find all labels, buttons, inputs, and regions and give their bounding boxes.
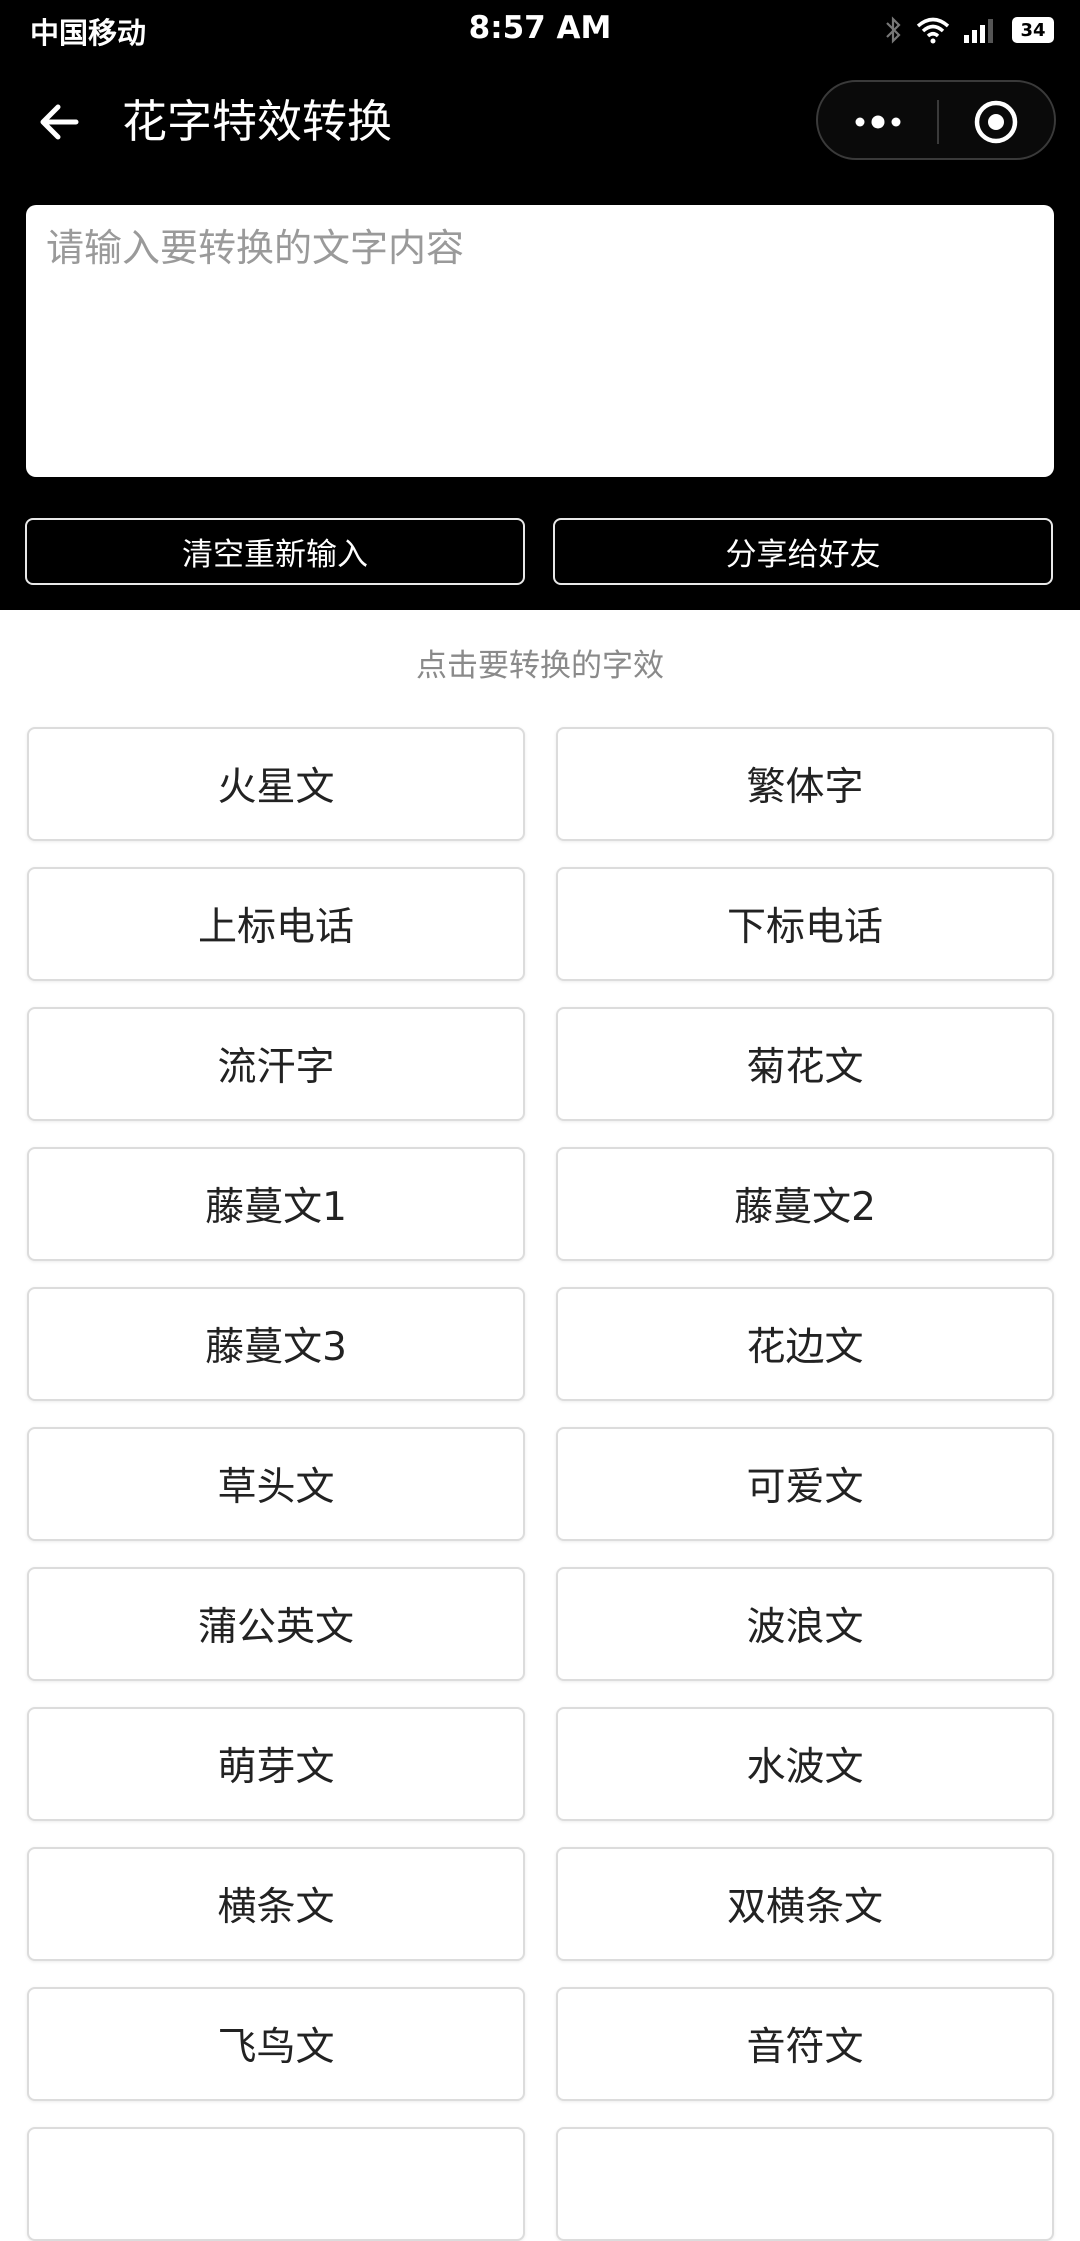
effect-button[interactable]: 藤蔓文1 bbox=[27, 1147, 525, 1261]
effect-button[interactable]: 上标电话 bbox=[27, 867, 525, 981]
effect-button[interactable]: 藤蔓文2 bbox=[556, 1147, 1054, 1261]
effect-button[interactable]: 可爱文 bbox=[556, 1427, 1054, 1541]
effect-grid: 火星文 繁体字 上标电话 下标电话 流汗字 菊花文 藤蔓文1 藤蔓文2 藤蔓文3… bbox=[27, 727, 1054, 2241]
effect-button[interactable] bbox=[27, 2127, 525, 2241]
signal-icon bbox=[964, 19, 993, 43]
clear-input-button[interactable]: 清空重新输入 bbox=[25, 518, 525, 585]
effect-button[interactable]: 火星文 bbox=[27, 727, 525, 841]
effect-button[interactable]: 下标电话 bbox=[556, 867, 1054, 981]
effect-button[interactable]: 繁体字 bbox=[556, 727, 1054, 841]
wifi-icon bbox=[916, 17, 950, 44]
target-icon[interactable] bbox=[974, 100, 1018, 144]
effect-button[interactable]: 花边文 bbox=[556, 1287, 1054, 1401]
effect-hint: 点击要转换的字效 bbox=[416, 648, 664, 684]
effect-button[interactable]: 菊花文 bbox=[556, 1007, 1054, 1121]
effect-button[interactable]: 波浪文 bbox=[556, 1567, 1054, 1681]
effect-button[interactable]: 流汗字 bbox=[27, 1007, 525, 1121]
effect-button[interactable]: 藤蔓文3 bbox=[27, 1287, 525, 1401]
effect-button[interactable] bbox=[556, 2127, 1054, 2241]
effect-button[interactable]: 音符文 bbox=[556, 1987, 1054, 2101]
battery-indicator: 34 bbox=[1012, 17, 1054, 43]
effect-button[interactable]: 萌芽文 bbox=[27, 1707, 525, 1821]
text-input[interactable] bbox=[26, 205, 1054, 477]
effect-button[interactable]: 双横条文 bbox=[556, 1847, 1054, 1961]
effect-button[interactable]: 草头文 bbox=[27, 1427, 525, 1541]
page-title: 花字特效转换 bbox=[122, 95, 393, 148]
header-area: 中国移动 8:57 AM 34 花字特效转换 请输入要转换的文字内容 清空重新输… bbox=[0, 0, 1080, 610]
effect-button[interactable]: 水波文 bbox=[556, 1707, 1054, 1821]
menu-capsule bbox=[816, 80, 1056, 160]
navigation-bar: 花字特效转换 bbox=[0, 72, 1080, 172]
bluetooth-icon bbox=[886, 16, 901, 44]
status-icons: 34 bbox=[884, 12, 1054, 48]
share-button[interactable]: 分享给好友 bbox=[553, 518, 1053, 585]
back-arrow-icon[interactable] bbox=[36, 94, 92, 150]
effect-button[interactable]: 横条文 bbox=[27, 1847, 525, 1961]
status-bar: 中国移动 8:57 AM 34 bbox=[0, 0, 1080, 60]
effect-button[interactable]: 飞鸟文 bbox=[27, 1987, 525, 2101]
more-dots-icon[interactable] bbox=[848, 102, 908, 142]
capsule-divider bbox=[937, 100, 939, 144]
effect-button[interactable]: 蒲公英文 bbox=[27, 1567, 525, 1681]
